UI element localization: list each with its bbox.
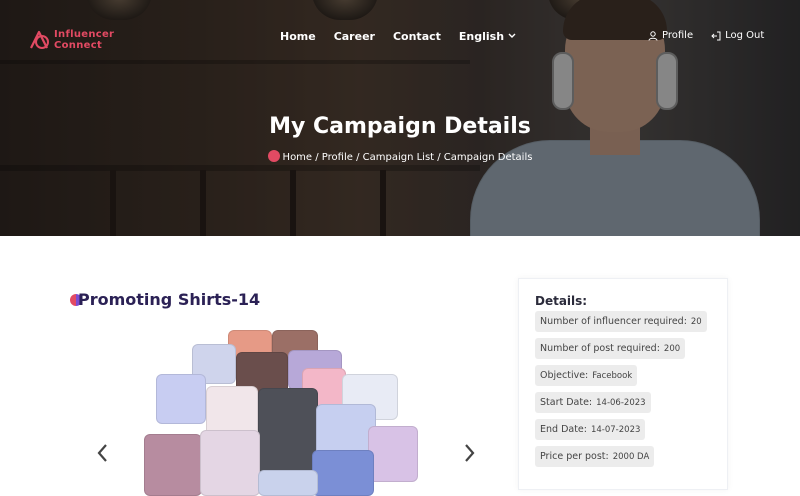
language-selector[interactable]: English — [459, 30, 516, 43]
nav-home[interactable]: Home — [280, 30, 316, 43]
nav-contact[interactable]: Contact — [393, 30, 441, 43]
profile-label: Profile — [662, 30, 694, 41]
campaign-product-image — [142, 330, 422, 496]
chevron-right-icon — [465, 444, 475, 462]
details-heading: Details: — [535, 294, 588, 308]
account-menu: Profile Log Out — [648, 30, 782, 41]
breadcrumb-home-icon — [267, 150, 280, 162]
page-title: My Campaign Details — [269, 114, 531, 139]
language-label: English — [458, 30, 505, 43]
breadcrumb: Home / Profile / Campaign List / Campaig… — [0, 150, 800, 163]
breadcrumb-text[interactable]: Home / Profile / Campaign List / Campaig… — [283, 152, 533, 163]
detail-objective: Objective: Facebook — [535, 365, 638, 386]
brand-name-line2: Connect — [54, 40, 103, 51]
carousel-prev-button[interactable] — [96, 443, 108, 468]
detail-start-date: Start Date: 14-06-2023 — [535, 392, 651, 413]
campaign-heading: Promoting Shirts-14 — [70, 290, 260, 309]
brand-logo-icon — [28, 29, 52, 51]
carousel-next-button[interactable] — [464, 443, 476, 468]
detail-end-date: End Date: 14-07-2023 — [535, 419, 646, 440]
detail-influencers-required: Number of influencer required: 20 — [535, 311, 707, 332]
brand-name-line1: Influencer — [54, 29, 115, 40]
chevron-down-icon — [508, 32, 516, 41]
profile-link[interactable]: Profile — [648, 30, 693, 41]
campaign-details-card: Details: Number of influencer required: 2… — [518, 278, 728, 490]
detail-posts-required: Number of post required: 200 — [535, 338, 686, 359]
campaign-title: Promoting Shirts-14 — [78, 290, 261, 309]
user-icon — [648, 30, 658, 41]
logout-label: Log Out — [725, 30, 765, 41]
main-nav: Home Career Contact English — [280, 30, 534, 43]
logout-icon — [711, 31, 721, 40]
hero-banner: Influencer Connect Home Career Contact E… — [0, 0, 800, 236]
campaign-image-carousel — [92, 326, 492, 496]
chevron-left-icon — [97, 444, 107, 462]
logout-link[interactable]: Log Out — [711, 30, 764, 41]
nav-career[interactable]: Career — [334, 30, 375, 43]
brand-logo[interactable]: Influencer Connect — [28, 29, 114, 51]
detail-price-per-post: Price per post: 2000 DA — [535, 446, 655, 467]
